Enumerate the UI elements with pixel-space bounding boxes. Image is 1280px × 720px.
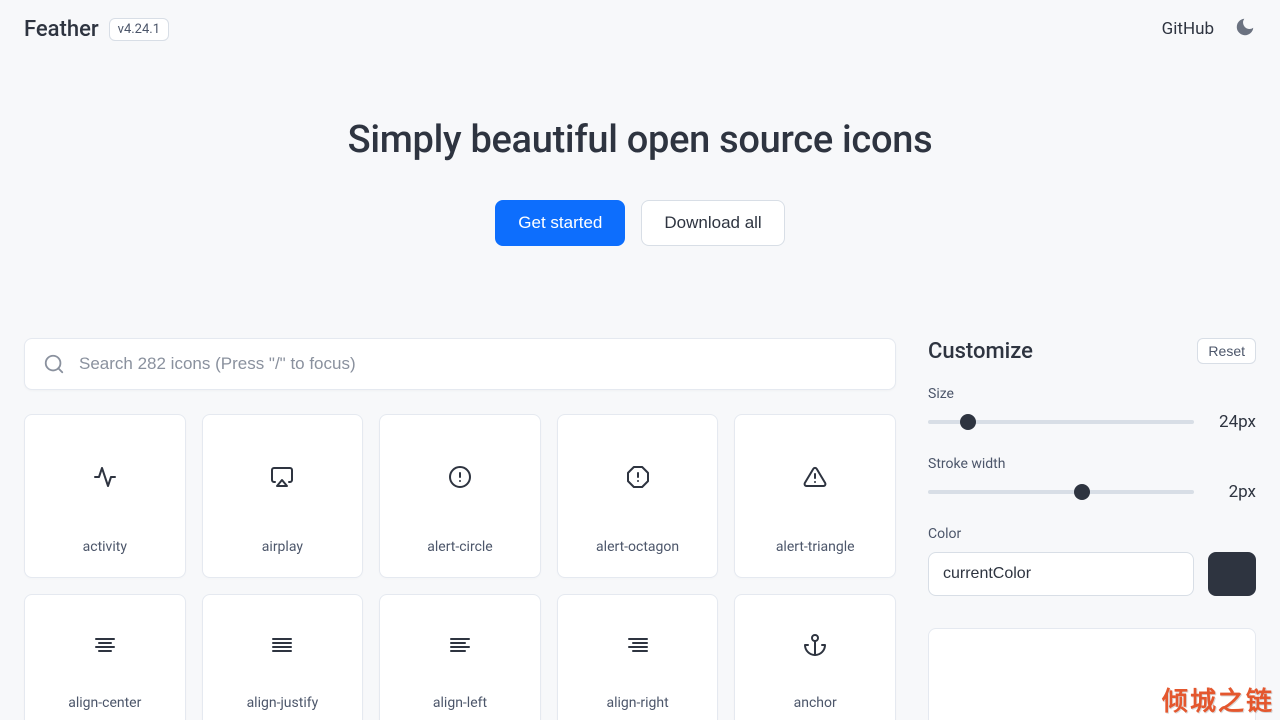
hero-buttons: Get started Download all (0, 200, 1280, 246)
alert-octagon-icon (626, 415, 650, 539)
color-label: Color (928, 526, 1256, 542)
hero: Simply beautiful open source icons Get s… (0, 118, 1280, 246)
icon-grid: activity airplay alert-circle alert-octa… (24, 414, 896, 720)
icon-card-alert-octagon[interactable]: alert-octagon (557, 414, 719, 578)
customize-panel: Customize Reset Size 24px Stroke width 2… (928, 338, 1256, 720)
color-swatch[interactable] (1208, 552, 1256, 596)
icon-card-align-center[interactable]: align-center (24, 594, 186, 720)
icon-card-anchor[interactable]: anchor (734, 594, 896, 720)
airplay-icon (270, 415, 294, 539)
icon-label: align-left (433, 695, 487, 720)
header-right: GitHub (1162, 16, 1256, 42)
size-slider-thumb[interactable] (960, 414, 976, 430)
icon-label: airplay (262, 539, 303, 577)
github-link[interactable]: GitHub (1162, 19, 1214, 39)
icon-card-align-justify[interactable]: align-justify (202, 594, 364, 720)
stroke-slider-thumb[interactable] (1074, 484, 1090, 500)
header-left: Feather v4.24.1 (24, 17, 169, 42)
alert-triangle-icon (803, 415, 827, 539)
icon-label: align-right (607, 695, 669, 720)
search-icon (43, 353, 65, 375)
icon-label: align-justify (247, 695, 319, 720)
get-started-button[interactable]: Get started (495, 200, 625, 246)
icon-card-alert-triangle[interactable]: alert-triangle (734, 414, 896, 578)
icon-label: alert-circle (427, 539, 492, 577)
anchor-icon (803, 595, 827, 695)
icon-card-activity[interactable]: activity (24, 414, 186, 578)
stroke-slider[interactable] (928, 490, 1194, 494)
icon-browser: activity airplay alert-circle alert-octa… (24, 338, 896, 720)
icon-label: anchor (794, 695, 837, 720)
icon-card-airplay[interactable]: airplay (202, 414, 364, 578)
search-box[interactable] (24, 338, 896, 390)
align-justify-icon (270, 595, 294, 695)
reset-button[interactable]: Reset (1197, 338, 1256, 364)
alert-circle-icon (448, 415, 472, 539)
align-center-icon (93, 595, 117, 695)
align-left-icon (448, 595, 472, 695)
brand-name[interactable]: Feather (24, 17, 99, 42)
size-slider[interactable] (928, 420, 1194, 424)
activity-icon (93, 415, 117, 539)
icon-card-align-right[interactable]: align-right (557, 594, 719, 720)
version-badge[interactable]: v4.24.1 (109, 18, 169, 41)
hero-title: Simply beautiful open source icons (0, 118, 1280, 162)
download-all-button[interactable]: Download all (641, 200, 784, 246)
icon-label: alert-octagon (596, 539, 679, 577)
moon-icon (1234, 16, 1256, 38)
header: Feather v4.24.1 GitHub (0, 0, 1280, 58)
size-value: 24px (1214, 412, 1256, 432)
stroke-value: 2px (1214, 482, 1256, 502)
color-input[interactable] (928, 552, 1194, 596)
icon-label: alert-triangle (776, 539, 855, 577)
preview-pane (928, 628, 1256, 720)
main: activity airplay alert-circle alert-octa… (0, 338, 1280, 720)
icon-card-align-left[interactable]: align-left (379, 594, 541, 720)
size-label: Size (928, 386, 1256, 402)
align-right-icon (626, 595, 650, 695)
icon-label: activity (83, 539, 127, 577)
dark-mode-toggle[interactable] (1234, 16, 1256, 42)
search-input[interactable] (79, 354, 877, 374)
stroke-width-label: Stroke width (928, 456, 1256, 472)
icon-label: align-center (68, 695, 141, 720)
customize-title: Customize (928, 339, 1033, 364)
icon-card-alert-circle[interactable]: alert-circle (379, 414, 541, 578)
